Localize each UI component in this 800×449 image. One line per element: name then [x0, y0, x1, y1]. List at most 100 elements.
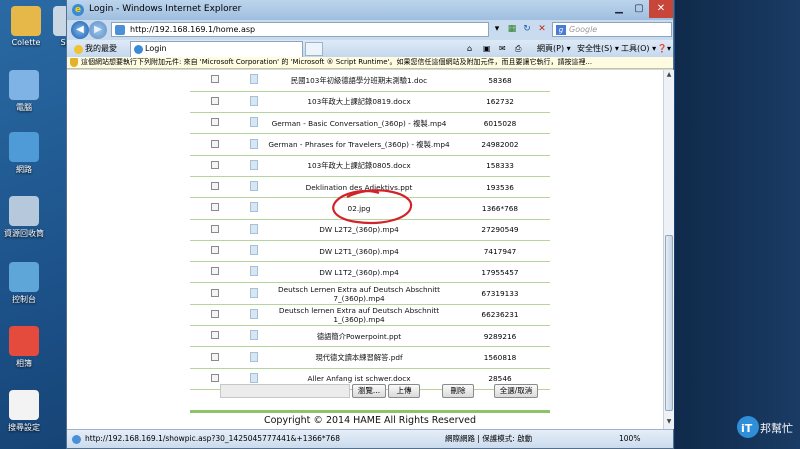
file-name[interactable]: DW L1T2_(360p).mp4 [268, 261, 450, 284]
copyright-text: Copyright © 2014 HAME All Rights Reserve… [263, 415, 476, 426]
dropdown-icon[interactable]: ▾ [490, 23, 504, 36]
mail-icon[interactable]: ✉ [499, 42, 506, 56]
desktop-icon[interactable]: Colette [2, 6, 50, 47]
title-bar: e Login - Windows Internet Explorer ▁ ▢ … [67, 0, 673, 20]
desktop-icon[interactable]: 資源回收筒 [0, 196, 48, 239]
page-icon [115, 25, 125, 35]
file-icon [250, 74, 258, 85]
print-icon[interactable]: ⎙ [515, 42, 521, 56]
address-row: ◀ ▶ http://192.168.169.1/home.asp ▾ ▦ ↻ … [67, 20, 673, 40]
file-size: 58368 [450, 70, 550, 92]
refresh-icon[interactable]: ↻ [520, 23, 534, 36]
file-icon [250, 223, 258, 234]
file-name[interactable]: 103年政大上課記錄0805.docx [268, 155, 450, 177]
row-checkbox[interactable] [211, 224, 219, 233]
address-bar[interactable]: http://192.168.169.1/home.asp [111, 22, 489, 37]
desktop-icon-label: 相簿 [16, 359, 32, 368]
red-circle-annotation [332, 189, 413, 225]
scroll-up-icon[interactable]: ▲ [665, 71, 673, 80]
browse-button[interactable]: 瀏覽... [352, 384, 386, 398]
desktop-icon-image [9, 390, 39, 420]
home-icon[interactable]: ⌂ [467, 42, 472, 56]
desktop-icon-label: 網路 [16, 165, 32, 174]
file-name[interactable]: Deutsch lernen Extra auf Deutsch Abschni… [268, 304, 450, 327]
file-name[interactable]: German - Basic Conversation_(360p) - 複製.… [268, 112, 450, 135]
address-url: http://192.168.169.1/home.asp [130, 25, 256, 34]
row-checkbox[interactable] [211, 203, 219, 212]
row-checkbox[interactable] [211, 182, 219, 191]
back-button[interactable]: ◀ [71, 21, 89, 39]
file-name[interactable]: DW L2T1_(360p).mp4 [268, 240, 450, 263]
desktop-icon-label: 資源回收筒 [4, 229, 44, 238]
file-icon [250, 117, 258, 128]
row-checkbox[interactable] [211, 75, 219, 84]
row-checkbox[interactable] [211, 246, 219, 255]
favorites-button[interactable]: 我的最愛 [71, 42, 117, 56]
file-size: 1560818 [450, 346, 550, 369]
desktop-icon[interactable]: 電腦 [0, 70, 48, 113]
svg-text:iT: iT [741, 422, 753, 435]
file-row: 103年政大上課記錄0805.docx 158333 [190, 155, 550, 177]
compat-view-icon[interactable]: ▦ [505, 23, 519, 36]
file-name[interactable]: 103年政大上課記錄0819.docx [268, 91, 450, 114]
desktop-icon-label: 搜尋設定 [8, 423, 40, 432]
help-menu[interactable]: ❓▾ [657, 42, 671, 56]
delete-button[interactable]: 刪除 [442, 384, 474, 398]
file-icon [250, 287, 258, 298]
file-row: German - Basic Conversation_(360p) - 複製.… [190, 112, 550, 135]
file-table: 民國103年初級德語學分班期末測驗1.doc 58368 103年政大上課記錄081… [190, 70, 550, 390]
close-button[interactable]: ✕ [649, 0, 673, 18]
scrollbar-thumb[interactable] [665, 235, 673, 411]
search-placeholder: Google [569, 25, 598, 34]
stop-icon[interactable]: ✕ [535, 23, 549, 36]
file-size: 24982002 [450, 133, 550, 156]
row-checkbox[interactable] [211, 139, 219, 148]
row-checkbox[interactable] [211, 96, 219, 105]
desktop-icon-label: Colette [11, 38, 41, 47]
file-name[interactable]: 現代德文讀本練習解答.pdf [268, 346, 450, 369]
footer-divider [190, 410, 550, 413]
minimize-button[interactable]: ▁ [609, 0, 629, 18]
file-name[interactable]: 民國103年初級德語學分班期末測驗1.doc [268, 70, 450, 92]
desktop-icon-label: 控制台 [12, 295, 36, 304]
row-checkbox[interactable] [211, 118, 219, 127]
row-checkbox[interactable] [211, 309, 219, 318]
file-row: DW L1T2_(360p).mp4 17955457 [190, 261, 550, 284]
desktop-icon[interactable]: 網路 [0, 132, 48, 175]
file-icon [250, 351, 258, 362]
search-input[interactable]: g Google [552, 22, 672, 37]
desktop-icon[interactable]: 相簿 [0, 326, 48, 369]
tab-login[interactable]: Login [130, 41, 303, 57]
action-row: 瀏覽... 上傳 刪除 全選/取消 [190, 381, 550, 403]
status-zone: 網際網路 | 保護模式: 啟動 [445, 434, 533, 443]
file-size: 9289216 [450, 325, 550, 348]
zoom-level[interactable]: 100% [619, 431, 640, 447]
status-url: http://192.168.169.1/showpic.asp?30_1425… [85, 434, 340, 443]
maximize-button[interactable]: ▢ [629, 0, 649, 18]
page-menu[interactable]: 網頁(P) ▾ [537, 42, 571, 56]
information-bar[interactable]: 這個網站想要執行下列附加元件: 來自 'Microsoft Corporatio… [67, 57, 673, 69]
desktop-icon-image [9, 326, 39, 356]
vertical-scrollbar[interactable]: ▲ ▼ [663, 70, 674, 429]
feeds-icon[interactable]: ▣ [483, 42, 491, 56]
safety-menu[interactable]: 安全性(S) ▾ [577, 42, 619, 56]
row-checkbox[interactable] [211, 331, 219, 340]
new-tab-button[interactable] [305, 42, 323, 56]
file-path-input[interactable] [220, 384, 350, 398]
favorites-label: 我的最愛 [85, 44, 117, 53]
scroll-down-icon[interactable]: ▼ [665, 418, 673, 427]
tools-menu[interactable]: 工具(O) ▾ [621, 42, 656, 56]
forward-button[interactable]: ▶ [89, 21, 107, 39]
file-name[interactable]: German - Phrases for Travelers_(360p) - … [268, 133, 450, 156]
select-all-button[interactable]: 全選/取消 [494, 384, 538, 398]
file-name[interactable]: 德語簡介Powerpoint.ppt [268, 325, 450, 348]
row-checkbox[interactable] [211, 288, 219, 297]
row-checkbox[interactable] [211, 267, 219, 276]
upload-button[interactable]: 上傳 [388, 384, 420, 398]
desktop-icon[interactable]: 控制台 [0, 262, 48, 305]
file-row: 德語簡介Powerpoint.ppt 9289216 [190, 325, 550, 348]
file-name[interactable]: Deutsch Lernen Extra auf Deutsch Abschni… [268, 282, 450, 305]
row-checkbox[interactable] [211, 160, 219, 169]
row-checkbox[interactable] [211, 352, 219, 361]
desktop-icon[interactable]: 搜尋設定 [0, 390, 48, 433]
